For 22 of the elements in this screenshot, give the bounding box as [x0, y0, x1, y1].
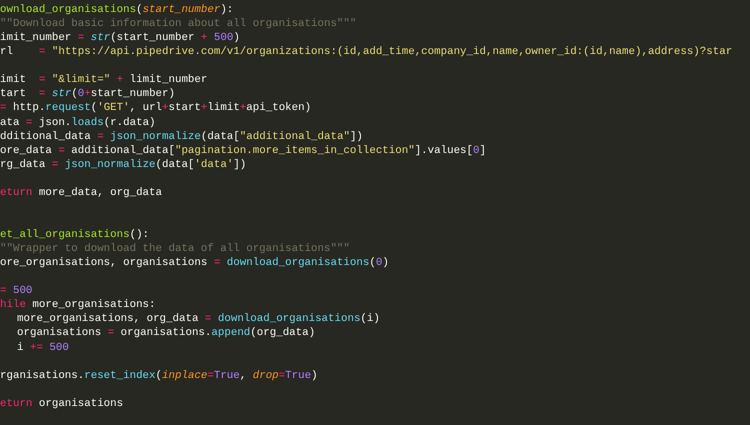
code-line: eturn more_data, org_data — [0, 186, 162, 200]
code-line: ""Download basic information about all organisations""" — [0, 17, 356, 32]
code-line: dditional_data = json_normalize(data["additional_data"]) — [0, 130, 363, 144]
code-line: rg_data = json_normalize(data['data']) — [0, 158, 246, 172]
code-line: eturn organisations — [0, 396, 124, 411]
code-line: ore_data = additional_data["pagination.more_items_in_collection"].values[0] — [0, 144, 486, 158]
code-line: more_organisations, org_data = download_organisations(i) — [17, 312, 380, 326]
code-line: i += 500 — [17, 340, 69, 355]
code-line: ""Wrapper to download the data of all organisations""" — [0, 242, 350, 256]
code-line: rl = "https://api.pipedrive.com/v1/organizations:(id,add_time,company_id,name,owner_id:(id,name),address)?star — [0, 45, 732, 60]
code-line: = http.request('GET', url+start+limit+api_token) — [0, 101, 312, 116]
code-line: hile more_organisations: — [0, 298, 156, 312]
code-line: ata = json.loads(r.data) — [0, 116, 156, 130]
code-line: et_all_organisations(): — [0, 228, 150, 242]
code-line: imit = "&limit=" + limit_number — [0, 73, 208, 88]
code-line: imit_number = str(start_number + 500) — [0, 31, 240, 46]
code-line: = 500 — [0, 284, 32, 298]
code-line: rganisations.reset_index(inplace=True, drop=True) — [0, 368, 318, 383]
code-line: ownload_organisations(start_number): — [0, 3, 234, 18]
code-line: ore_organisations, organisations = download_organisations(0) — [0, 256, 389, 270]
code-line: organisations = organisations.append(org_data) — [17, 326, 316, 340]
code-line: tart = str(0+start_number) — [0, 87, 175, 102]
